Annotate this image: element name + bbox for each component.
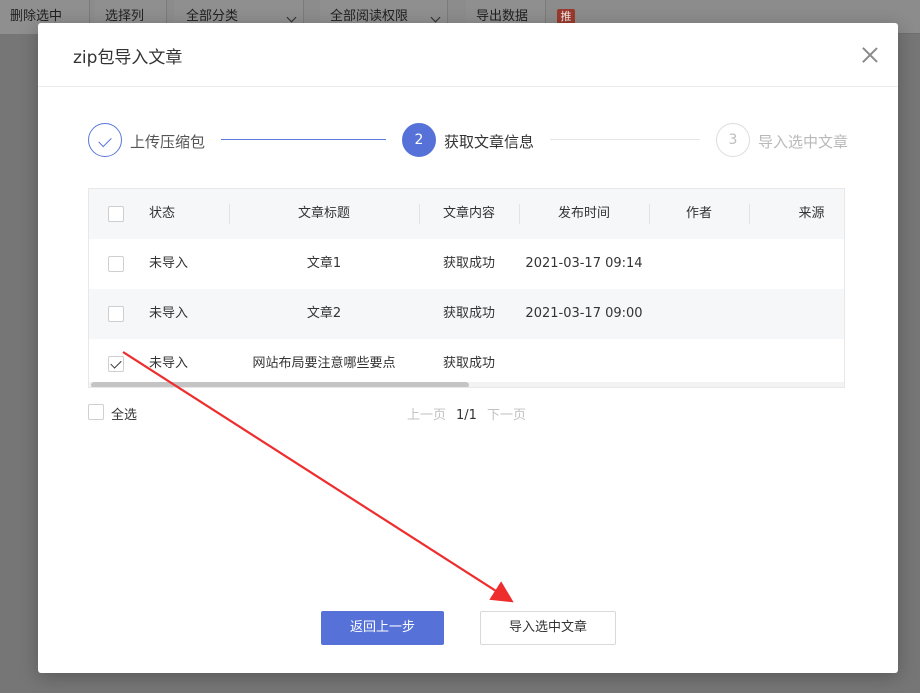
close-icon[interactable] [860,45,880,65]
step-number-3: 3 [716,123,750,157]
row-checkbox[interactable] [108,306,124,322]
check-icon [98,133,112,148]
row-status: 未导入 [149,306,189,321]
column-header-source: 来源 [798,206,825,221]
row-time: 2021-03-17 09:00 [525,306,643,321]
row-content: 获取成功 [442,356,495,371]
select-all-label: 全选 [111,408,138,423]
column-header-content: 文章内容 [442,206,495,221]
row-time: 2021-03-17 09:14 [525,256,643,271]
step-label-fetch: 获取文章信息 [444,133,535,151]
header-checkbox[interactable] [108,206,124,222]
step-number-2: 2 [402,123,436,157]
page-indicator: 1/1 [456,408,477,423]
row-checkbox[interactable] [108,256,124,272]
zip-import-dialog: zip包导入文章 上传压缩包 2 获取文章信息 3 导入选中文章 状态 文章标题… [38,23,898,673]
row-content: 获取成功 [442,306,495,321]
dialog-title: zip包导入文章 [73,48,183,68]
chevron-down-icon [430,12,441,23]
row-author [649,289,749,339]
row-title: 网站布局要注意哪些要点 [252,356,396,371]
read-permission-label: 全部阅读权限 [330,9,409,24]
row-time [519,339,649,387]
row-content: 获取成功 [442,256,495,271]
step-label-import: 导入选中文章 [758,133,849,151]
step-connector-done [221,139,386,140]
pagination: 上一页 1/1 下一页 [407,404,536,423]
scrollbar-thumb[interactable] [91,382,469,387]
table-row[interactable]: 未导入 网站布局要注意哪些要点 获取成功 [89,339,844,387]
step-done-circle [88,123,122,157]
row-author [649,239,749,289]
row-status: 未导入 [149,356,189,371]
prev-page-link[interactable]: 上一页 [407,408,446,423]
column-header-title: 文章标题 [297,206,350,221]
dialog-header: zip包导入文章 [38,23,898,87]
step-label-upload: 上传压缩包 [130,133,206,151]
export-data-label: 导出数据 [476,9,529,24]
table-header-row: 状态 文章标题 文章内容 发布时间 作者 来源 [89,189,844,239]
next-page-link[interactable]: 下一页 [487,408,526,423]
row-source [749,289,844,339]
row-title: 文章2 [306,306,342,321]
delete-selected-label: 删除选中 [10,9,63,24]
select-columns-label: 选择列 [105,9,145,24]
row-author [649,339,749,387]
table-row[interactable]: 未导入 文章1 获取成功 2021-03-17 09:14 [89,239,844,289]
step-connector-pending [550,139,700,140]
chevron-down-icon [286,12,297,23]
table-row[interactable]: 未导入 文章2 获取成功 2021-03-17 09:00 [89,289,844,339]
select-all-checkbox[interactable] [88,404,104,420]
column-header-time: 发布时间 [557,206,610,221]
column-header-status: 状态 [149,206,176,221]
column-header-author: 作者 [685,206,712,221]
row-source [749,239,844,289]
row-status: 未导入 [149,256,189,271]
row-checkbox-checked[interactable] [108,356,124,372]
article-table: 状态 文章标题 文章内容 发布时间 作者 来源 未导入 文章1 获取成功 202… [88,188,845,388]
back-button[interactable]: 返回上一步 [321,611,444,645]
category-label: 全部分类 [186,9,239,24]
horizontal-scrollbar[interactable] [89,382,844,387]
row-source [749,339,844,387]
row-title: 文章1 [306,256,342,271]
import-selected-button[interactable]: 导入选中文章 [480,611,616,645]
